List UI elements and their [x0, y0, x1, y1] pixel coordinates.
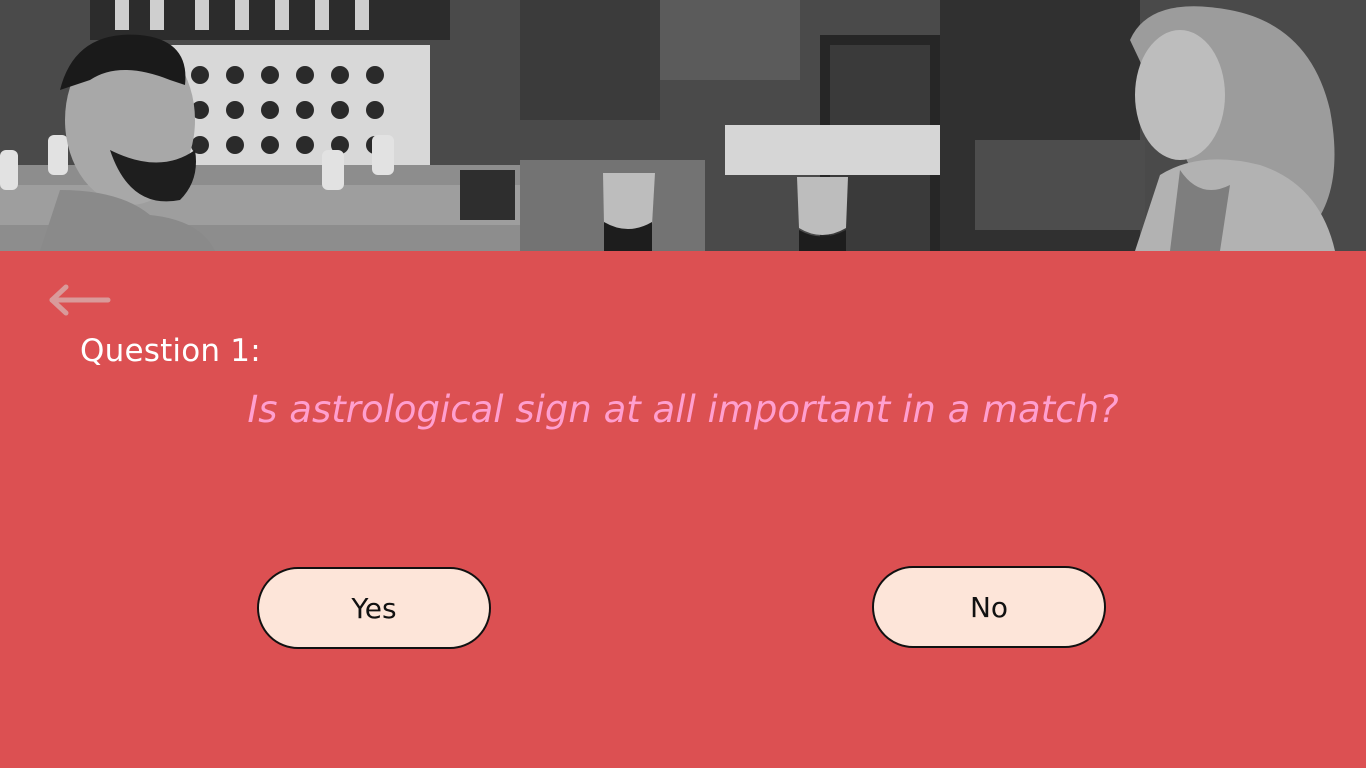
hero-photo: [0, 0, 1366, 251]
no-button[interactable]: No: [872, 566, 1106, 648]
yes-button[interactable]: Yes: [257, 567, 491, 649]
back-button[interactable]: [46, 282, 112, 318]
question-text: Is astrological sign at all important in…: [247, 388, 1119, 431]
arrow-left-icon: [49, 284, 111, 316]
restaurant-date-photo: [0, 0, 1366, 251]
yes-button-label: Yes: [351, 591, 397, 625]
quiz-page: Question 1: Is astrological sign at all …: [0, 0, 1366, 768]
question-number: Question 1:: [80, 333, 261, 369]
no-button-label: No: [969, 590, 1009, 624]
question-panel: [0, 251, 1366, 768]
